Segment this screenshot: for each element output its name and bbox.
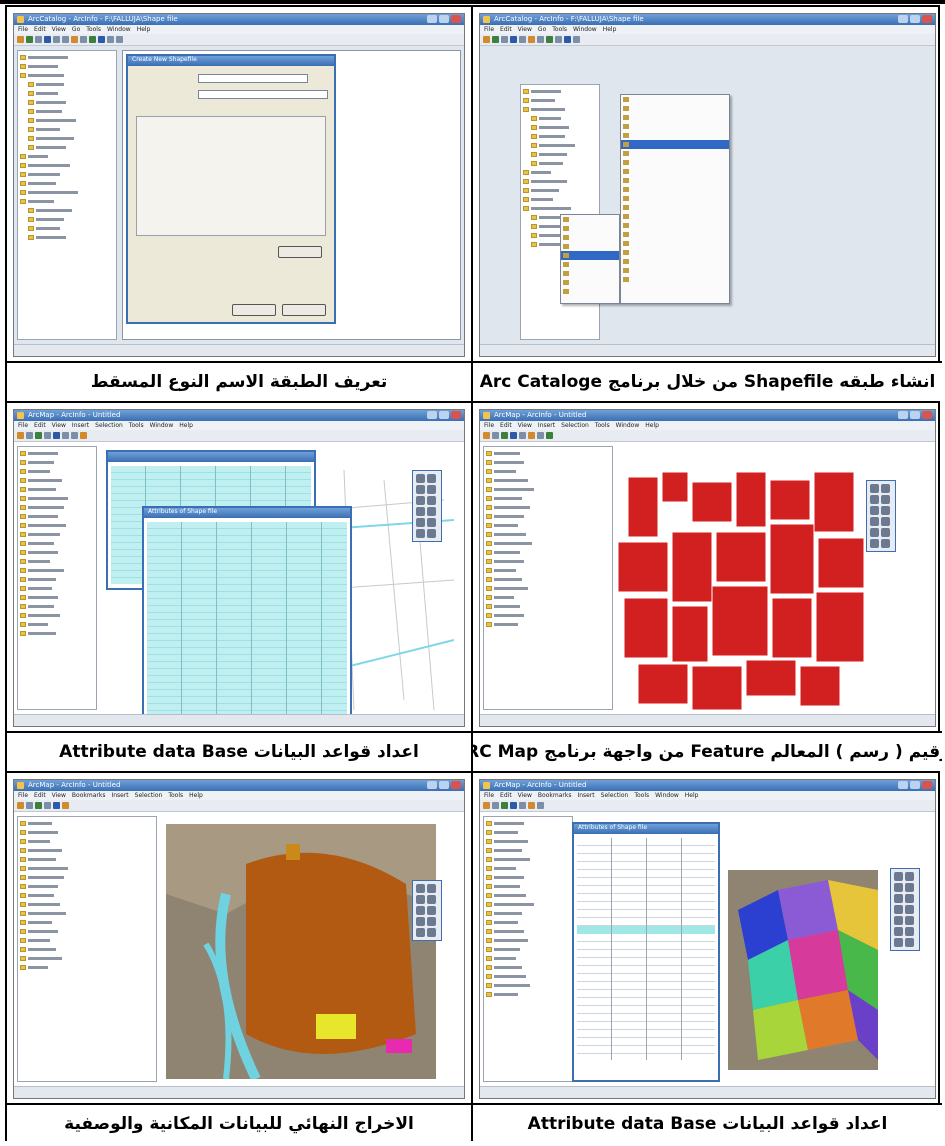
window-titlebar: ArcMap - ArcInfo - Untitled [480, 780, 935, 791]
landuse-polygons-map[interactable] [728, 870, 878, 1070]
panel-arccatalog-new-shapefile: ArcCatalog - ArcInfo - F:\FALLUJA\Shape … [473, 7, 942, 401]
close-icon[interactable] [451, 15, 461, 23]
tools-palette[interactable] [412, 880, 442, 941]
tools-palette[interactable] [890, 868, 920, 951]
close-icon[interactable] [922, 411, 932, 419]
table-of-contents[interactable] [483, 446, 613, 710]
attribute-table-window-2[interactable]: Attributes of Shape file [142, 506, 352, 726]
top-border [0, 0, 945, 4]
dialog-title: Create New Shapefile [128, 56, 334, 66]
window-titlebar: ArcMap - ArcInfo - Untitled [14, 410, 464, 421]
menu-bar[interactable]: File Edit View Go Tools Window Help [14, 25, 464, 34]
panel-attribute-tables: ArcMap - ArcInfo - Untitled File Edit View… [7, 403, 471, 771]
close-icon[interactable] [451, 411, 461, 419]
arcmap-screenshot-attributes: ArcMap - ArcInfo - Untitled File Edit View… [479, 779, 936, 1099]
tools-palette[interactable] [866, 480, 896, 552]
status-bar [14, 714, 464, 726]
cancel-button[interactable] [282, 304, 326, 316]
new-submenu[interactable] [620, 94, 730, 304]
satellite-overlay-map[interactable] [166, 824, 436, 1079]
status-bar [480, 344, 935, 356]
menu-bar[interactable]: File Edit View Go Tools Window Help [480, 25, 935, 34]
status-bar [480, 714, 935, 726]
close-icon[interactable] [451, 781, 461, 789]
context-menu[interactable] [560, 214, 620, 304]
arcmap-screenshot-features: ArcMap - ArcInfo - Untitled File Edit View… [479, 409, 936, 727]
table-of-contents[interactable] [17, 446, 97, 710]
app-icon [17, 16, 24, 23]
arccatalog-screenshot-menu: ArcCatalog - ArcInfo - F:\FALLUJA\Shape … [479, 13, 936, 357]
tools-palette[interactable] [412, 470, 442, 542]
toolbar[interactable] [14, 800, 464, 812]
table-of-contents[interactable] [483, 816, 573, 1082]
feature-type-select[interactable] [198, 90, 328, 99]
status-bar [480, 1086, 935, 1098]
ok-button[interactable] [232, 304, 276, 316]
table-of-contents[interactable] [17, 816, 157, 1082]
app-icon [17, 782, 24, 789]
window-titlebar: ArcCatalog - ArcInfo - F:\FALLUJA\Shape … [480, 14, 935, 25]
divider-column [471, 7, 473, 1139]
caption-mid-left: اعداد قواعد البيانات Attribute data Base [7, 731, 471, 771]
name-field[interactable] [198, 74, 308, 83]
toolbar[interactable] [480, 430, 935, 442]
app-icon [17, 412, 24, 419]
create-shapefile-dialog[interactable]: Create New Shapefile [126, 54, 336, 324]
arcmap-screenshot-tables: ArcMap - ArcInfo - Untitled File Edit View… [13, 409, 465, 727]
window-titlebar: ArcMap - ArcInfo - Untitled [14, 780, 464, 791]
panel-attribute-database: ArcMap - ArcInfo - Untitled File Edit View… [473, 773, 942, 1143]
arcmap-screenshot-output: ArcMap - ArcInfo - Untitled File Edit View… [13, 779, 465, 1099]
toolbar[interactable] [480, 800, 935, 812]
window-titlebar: ArcMap - ArcInfo - Untitled [480, 410, 935, 421]
close-icon[interactable] [922, 15, 932, 23]
window-titlebar: ArcCatalog - ArcInfo - F:\FALLUJA\Shape … [14, 14, 464, 25]
menu-bar[interactable]: File Edit View Bookmarks Insert Selection Tool… [14, 791, 464, 800]
panel-feature-digitizing: ArcMap - ArcInfo - Untitled File Edit View… [473, 403, 942, 771]
toolbar[interactable] [14, 34, 464, 46]
app-icon [483, 412, 490, 419]
menu-bar[interactable]: File Edit View Insert Selection Tools Window He… [14, 421, 464, 430]
menu-bar[interactable]: File Edit View Bookmarks Insert Selection Tool… [480, 791, 935, 800]
app-icon [483, 782, 490, 789]
figure-frame: ArcCatalog - ArcInfo - F:\FALLUJA\Shape … [5, 5, 942, 1143]
panel-create-shapefile-dialog: ArcCatalog - ArcInfo - F:\FALLUJA\Shape … [7, 7, 471, 401]
toolbar[interactable] [480, 34, 935, 46]
app-icon [483, 16, 490, 23]
catalog-tree[interactable] [17, 50, 117, 340]
caption-top-left: تعريف الطبقة الاسم النوع المسقط [7, 361, 471, 401]
status-bar [14, 1086, 464, 1098]
arccatalog-screenshot-dialog: ArcCatalog - ArcInfo - F:\FALLUJA\Shape … [13, 13, 465, 357]
caption-top-right: انشاء طبقه Shapefile من خلال برنامج Arc … [473, 361, 942, 401]
panel-final-output: ArcMap - ArcInfo - Untitled File Edit View… [7, 773, 471, 1143]
caption-bottom-left: الاخراج النهائي للبيانات المكانية والوصف… [7, 1103, 471, 1143]
caption-bottom-right: اعداد قواعد البيانات Attribute data Base [473, 1103, 942, 1143]
edit-button[interactable] [278, 246, 322, 258]
close-icon[interactable] [922, 781, 932, 789]
caption-mid-right: الترقيم ( رسم ) المعالم Feature من واجهة… [473, 731, 942, 771]
status-bar [14, 344, 464, 356]
feature-parcels-map[interactable] [618, 472, 864, 710]
spatial-reference-box [136, 116, 326, 236]
toolbar[interactable] [14, 430, 464, 442]
attribute-table-window[interactable]: Attributes of Shape file [572, 822, 720, 1082]
menu-bar[interactable]: File Edit View Insert Selection Tools Window He… [480, 421, 935, 430]
